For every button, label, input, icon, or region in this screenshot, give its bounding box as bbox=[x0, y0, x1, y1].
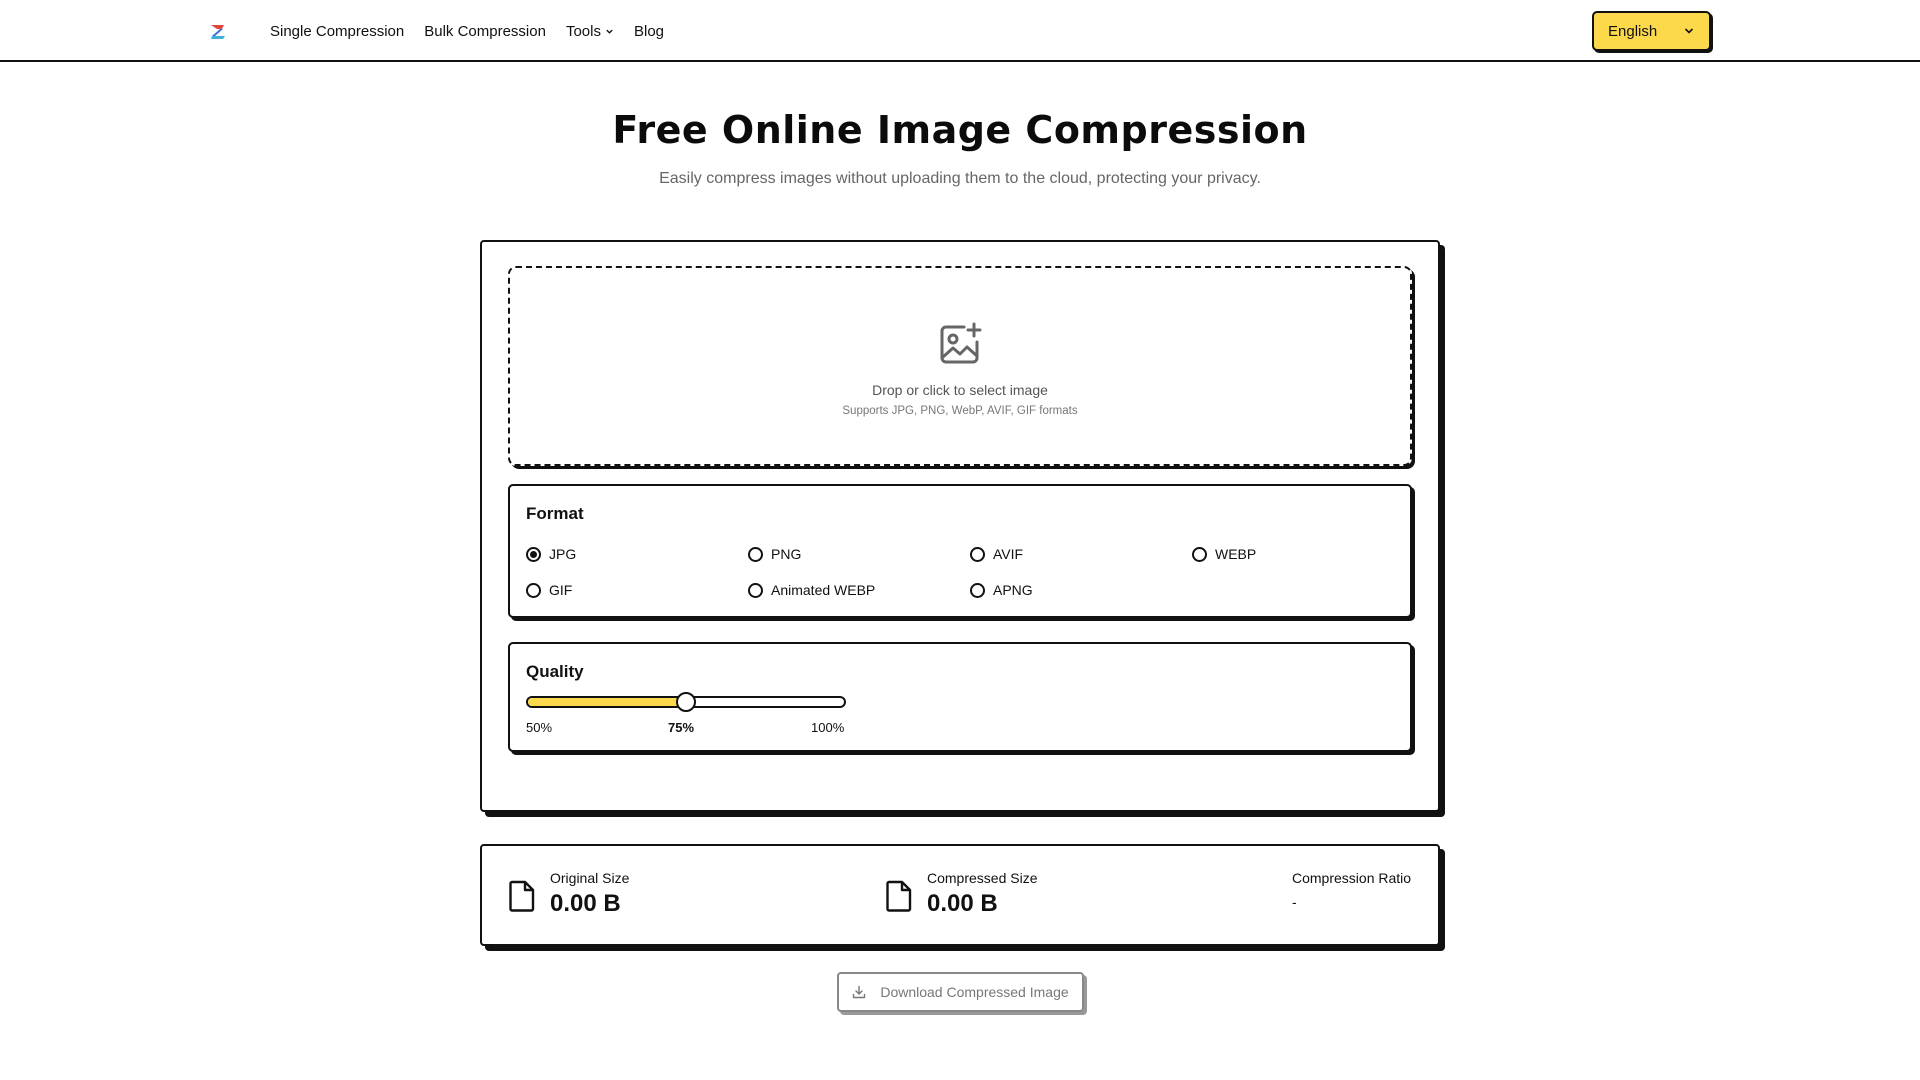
download-icon bbox=[853, 985, 866, 999]
radio-icon[interactable] bbox=[970, 546, 985, 562]
quality-slider-thumb[interactable] bbox=[676, 692, 696, 712]
radio-selected-icon[interactable] bbox=[526, 546, 541, 562]
quality-slider[interactable] bbox=[526, 692, 846, 712]
format-option-animated-webp[interactable]: Animated WEBP bbox=[748, 582, 875, 598]
nav-blog[interactable]: Blog bbox=[634, 23, 664, 40]
image-add-icon bbox=[940, 322, 982, 363]
format-option-jpg[interactable]: JPG bbox=[526, 546, 576, 562]
image-dropzone[interactable]: Drop or click to select image Supports J… bbox=[508, 266, 1412, 466]
chevron-down-icon bbox=[1684, 28, 1694, 34]
top-navbar: Single Compression Bulk Compression Tool… bbox=[0, 0, 1920, 62]
download-compressed-button[interactable]: Download Compressed Image bbox=[837, 972, 1084, 1012]
format-option-apng[interactable]: APNG bbox=[970, 582, 1033, 598]
logo-icon[interactable] bbox=[209, 22, 227, 40]
nav-bulk-compression[interactable]: Bulk Compression bbox=[424, 23, 546, 40]
size-stats-card: Original Size 0.00 B Compressed Size 0.0… bbox=[480, 844, 1440, 946]
main-nav: Single Compression Bulk Compression Tool… bbox=[270, 0, 664, 62]
quality-title: Quality bbox=[526, 662, 584, 681]
compressed-size-label: Compressed Size bbox=[927, 870, 1038, 886]
format-option-gif[interactable]: GIF bbox=[526, 582, 572, 598]
language-select[interactable]: English bbox=[1592, 11, 1711, 51]
original-size-value: 0.00 B bbox=[550, 890, 621, 917]
chevron-down-icon bbox=[606, 29, 613, 34]
quality-panel: Quality 50% 75% 100% bbox=[508, 642, 1412, 752]
format-option-png[interactable]: PNG bbox=[748, 546, 801, 562]
nav-single-compression[interactable]: Single Compression bbox=[270, 23, 404, 40]
format-panel: Format JPG PNG AVIF WEBP GIF Animated WE… bbox=[508, 484, 1412, 618]
compression-ratio-stat: Compression Ratio - bbox=[1292, 870, 1411, 910]
language-label: English bbox=[1608, 22, 1658, 40]
nav-tools-dropdown[interactable]: Tools bbox=[566, 23, 614, 40]
download-button-label: Download Compressed Image bbox=[880, 984, 1069, 1000]
radio-icon[interactable] bbox=[1192, 546, 1207, 562]
original-size-label: Original Size bbox=[550, 870, 630, 886]
format-option-avif[interactable]: AVIF bbox=[970, 546, 1023, 562]
file-icon bbox=[509, 880, 535, 912]
original-size-stat: Original Size 0.00 B bbox=[508, 870, 629, 918]
page-subtitle: Easily compress images without uploading… bbox=[659, 170, 1261, 187]
radio-icon[interactable] bbox=[970, 582, 985, 598]
compressed-size-stat: Compressed Size 0.00 B bbox=[885, 870, 1038, 918]
radio-icon[interactable] bbox=[748, 582, 763, 598]
compression-ratio-label: Compression Ratio bbox=[1292, 870, 1412, 886]
quality-min-label: 50% bbox=[526, 720, 553, 735]
format-title: Format bbox=[526, 504, 584, 523]
compression-card: Drop or click to select image Supports J… bbox=[480, 240, 1440, 812]
quality-slider-fill bbox=[528, 698, 686, 706]
radio-icon[interactable] bbox=[526, 582, 541, 598]
compressed-size-value: 0.00 B bbox=[927, 890, 998, 917]
page-title: Free Online Image Compression bbox=[612, 108, 1308, 152]
format-option-webp[interactable]: WEBP bbox=[1192, 546, 1256, 562]
dropzone-title: Drop or click to select image bbox=[872, 381, 1048, 398]
radio-icon[interactable] bbox=[748, 546, 763, 562]
dropzone-subtitle: Supports JPG, PNG, WebP, AVIF, GIF forma… bbox=[842, 404, 1078, 417]
quality-max-label: 100% bbox=[811, 720, 845, 735]
file-icon bbox=[886, 880, 912, 912]
compression-ratio-value: - bbox=[1292, 894, 1297, 910]
quality-current-label: 75% bbox=[668, 720, 695, 735]
